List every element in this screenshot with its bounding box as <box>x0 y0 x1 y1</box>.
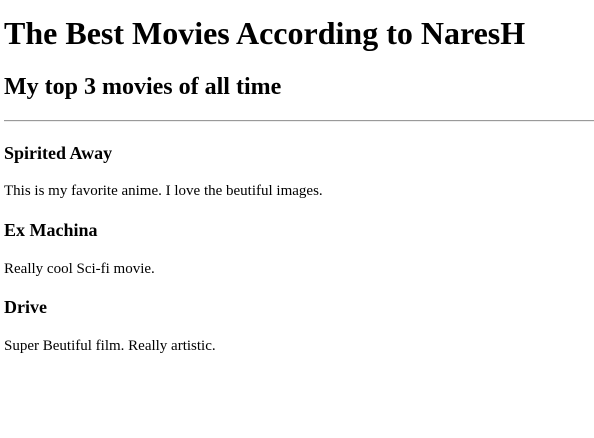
divider <box>4 120 594 122</box>
movie-description-drive: Super Beutiful film. Really artistic. <box>4 338 216 354</box>
page-title: The Best Movies According to NaresH <box>4 15 526 51</box>
page-subtitle: My top 3 movies of all time <box>4 74 282 100</box>
movie-title-ex-machina: Ex Machina <box>4 220 98 240</box>
movie-description-spirited-away: This is my favorite anime. I love the be… <box>4 183 323 199</box>
movie-title-drive: Drive <box>4 297 47 317</box>
movie-description-ex-machina: Really cool Sci-fi movie. <box>4 261 155 277</box>
movie-title-spirited-away: Spirited Away <box>4 143 113 163</box>
